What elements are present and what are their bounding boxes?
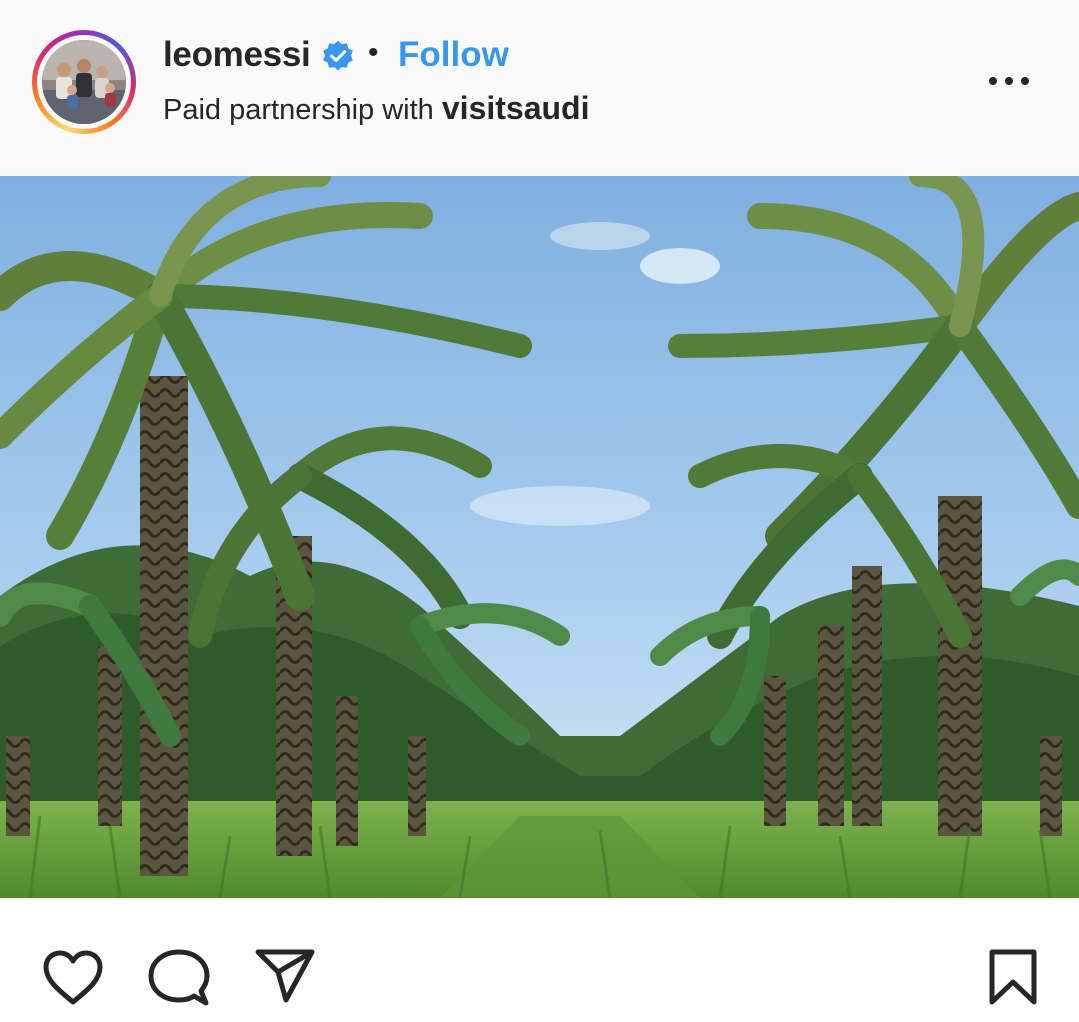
- verified-badge-icon: [323, 40, 353, 71]
- bookmark-icon[interactable]: [986, 948, 1040, 1006]
- more-options-icon[interactable]: [984, 66, 1034, 96]
- avatar-photo: [42, 40, 126, 124]
- avatar[interactable]: [32, 30, 136, 134]
- instagram-post: leomessi • Follow Paid partnership with …: [0, 0, 1079, 1022]
- post-photo[interactable]: [0, 176, 1079, 898]
- follow-button[interactable]: Follow: [398, 34, 509, 76]
- send-icon[interactable]: [254, 948, 316, 1004]
- post-header: leomessi • Follow Paid partnership with …: [0, 0, 1079, 176]
- paid-partnership-label: Paid partnership with visitsaudi: [163, 90, 589, 128]
- post-actions: [0, 898, 1079, 1022]
- username[interactable]: leomessi: [163, 34, 311, 76]
- heart-icon[interactable]: [42, 950, 104, 1006]
- comment-icon[interactable]: [148, 948, 210, 1008]
- partnership-prefix: Paid partnership with: [163, 94, 442, 126]
- palm-grove-photo: [0, 176, 1079, 898]
- partner-link[interactable]: visitsaudi: [442, 90, 590, 126]
- separator-dot: •: [368, 36, 379, 69]
